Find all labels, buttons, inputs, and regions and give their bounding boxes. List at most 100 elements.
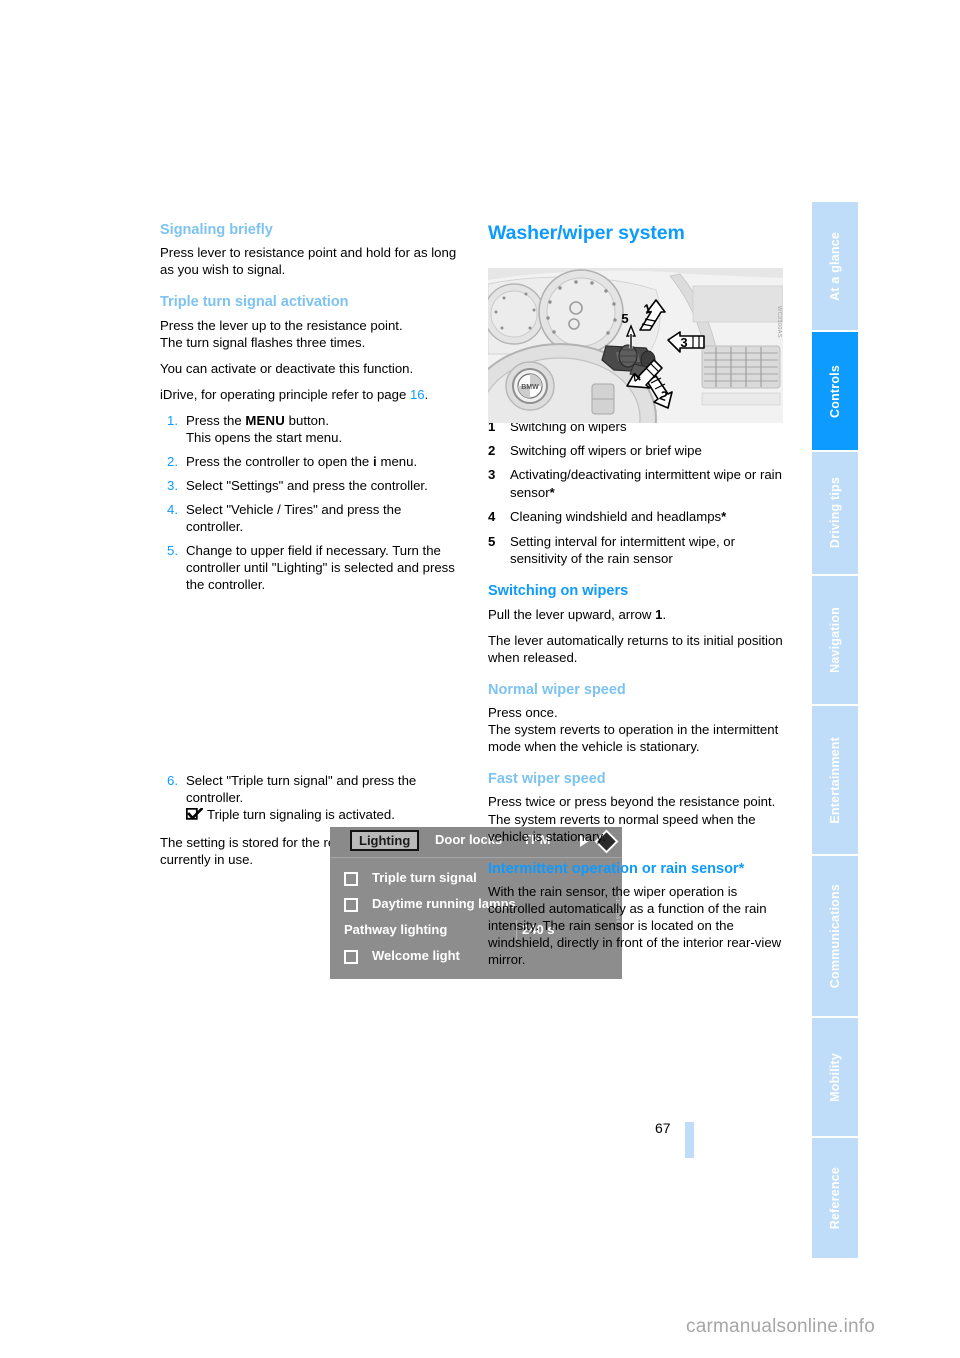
sidebar-tab-controls[interactable]: Controls (812, 332, 858, 450)
figure-reference-code: WC2300AS (776, 306, 782, 338)
legend-number: 2 (488, 443, 496, 459)
section-tab-rail: At a glance Controls Driving tips Naviga… (812, 202, 858, 1258)
watermark-text: carmanualsonline.info (686, 1316, 876, 1337)
para-fast-2: The system reverts to normal speed when … (488, 811, 756, 844)
step-number: 3. (167, 478, 178, 494)
tab-label: Reference (827, 1166, 842, 1230)
para-triple-1: Press the lever up to the resistance poi… (160, 317, 403, 333)
page-number-bar (685, 1122, 694, 1158)
step-number: 6. (167, 773, 178, 789)
tab-label: Driving tips (827, 477, 842, 549)
sidebar-tab-communications[interactable]: Communications (812, 856, 858, 1016)
idrive-row-label: Triple turn signal (372, 870, 477, 885)
legend-item: 4 Cleaning windshield and headlamps* (488, 508, 788, 526)
tab-label: Controls (827, 364, 842, 418)
svg-text:5: 5 (621, 311, 628, 326)
step-text-main: Select "Triple turn signal" and press th… (186, 773, 417, 806)
procedure-steps: 1. Press the MENU button. This opens the… (160, 412, 460, 593)
step-number: 2. (167, 454, 178, 470)
sidebar-tab-driving-tips[interactable]: Driving tips (812, 452, 858, 574)
para-fast-1: Press twice or press beyond the resistan… (488, 794, 776, 810)
legend-text: Cleaning windshield and headlamps (510, 509, 722, 525)
figure-legend-list: 1 Switching on wipers 2 Switching off wi… (488, 418, 788, 567)
wiper-stalk-illustration: BMW 1 2 3 4 5 (488, 268, 783, 423)
step-text-line2: This opens the start menu. (186, 430, 343, 445)
left-text-column: Signaling briefly Press lever to resista… (160, 222, 622, 979)
step-item: 4. Select "Vehicle / Tires" and press th… (160, 501, 460, 535)
para-normal-2: The system reverts to operation in the i… (488, 722, 779, 755)
legend-number: 3 (488, 467, 496, 483)
para-rain-sensor: With the rain sensor, the wiper operatio… (488, 883, 782, 968)
step-text-pre: Press the (186, 412, 246, 428)
svg-text:BMW: BMW (521, 384, 539, 391)
legend-number: 5 (488, 534, 496, 550)
para-lever-returns: The lever automatically returns to its i… (488, 632, 783, 665)
heading-switching-on-wipers: Switching on wipers (488, 583, 629, 600)
heading-signaling-briefly: Signaling briefly (160, 222, 273, 238)
sidebar-tab-mobility[interactable]: Mobility (812, 1018, 858, 1136)
tab-label: Navigation (827, 607, 842, 673)
step-number: 5. (167, 543, 178, 559)
heading-normal-wiper-speed: Normal wiper speed (488, 681, 626, 698)
step-item: 6. Select "Triple turn signal" and press… (160, 772, 460, 825)
step-result-text: Triple turn signaling is activated. (207, 807, 395, 823)
para-pull-lever-post: . (662, 606, 667, 622)
legend-item: 2 Switching off wipers or brief wipe (488, 442, 788, 459)
menu-button-label: MENU (245, 412, 286, 428)
step-text: Select "Settings" and press the controll… (186, 478, 428, 494)
page-reference-link[interactable]: 16 (410, 387, 425, 402)
para-idrive-reference: iDrive, for operating principle refer to… (160, 386, 460, 403)
para-pull-lever-pre: Pull the lever upward, arrow (488, 606, 656, 622)
tab-label: Communications (827, 883, 842, 989)
step-number: 1. (167, 412, 178, 428)
tab-label: Entertainment (827, 736, 842, 824)
para-pull-lever: Pull the lever upward, arrow 1. (488, 606, 788, 623)
idrive-row-label: Welcome light (372, 948, 460, 963)
figure-wiper-stalk-diagram: BMW 1 2 3 4 5 WC2300AS (488, 268, 783, 423)
svg-text:3: 3 (680, 335, 687, 350)
para-normal-1: Press once. (488, 704, 558, 720)
optional-equipment-asterisk: * (549, 484, 555, 500)
checkbox-icon[interactable] (344, 898, 358, 912)
legend-text: Switching off wipers or brief wipe (510, 443, 702, 459)
step-text: Press the controller to open the i menu. (186, 454, 417, 469)
checkbox-icon[interactable] (344, 950, 358, 964)
step-text-post: menu. (376, 454, 418, 470)
legend-item: 3 Activating/deactivating intermittent w… (488, 466, 788, 501)
para-triple-2: The turn signal flashes three times. (160, 334, 366, 350)
procedure-steps-continued: 6. Select "Triple turn signal" and press… (160, 772, 460, 825)
tab-label: At a glance (827, 231, 842, 301)
heading-fast-wiper-speed: Fast wiper speed (488, 771, 606, 788)
tab-label: Mobility (827, 1052, 842, 1102)
step-item: 1. Press the MENU button. This opens the… (160, 412, 460, 446)
idrive-tab-lighting[interactable]: Lighting (350, 830, 420, 851)
para-signaling-briefly: Press lever to resistance point and hold… (160, 245, 457, 278)
idrive-ref-text: iDrive, for operating principle refer to… (160, 386, 410, 402)
step-text: Change to upper field if necessary. Turn… (186, 543, 455, 593)
heading-triple-turn-signal-activation: Triple turn signal activation (160, 294, 349, 311)
step-text-pre: Press the controller to open the (186, 454, 373, 470)
legend-item: 5 Setting interval for intermittent wipe… (488, 533, 788, 567)
idrive-row-label: Pathway lighting (344, 922, 448, 937)
step-text: Select "Vehicle / Tires" and press the c… (186, 502, 402, 535)
step-text-post: button. (285, 412, 330, 428)
step-text: Select "Triple turn signal" and press th… (185, 773, 417, 825)
legend-number: 4 (488, 509, 496, 525)
sidebar-tab-reference[interactable]: Reference (812, 1138, 858, 1258)
para-triple-3: You can activate or deactivate this func… (160, 360, 414, 376)
checkbox-icon[interactable] (344, 872, 358, 886)
sidebar-tab-entertainment[interactable]: Entertainment (812, 706, 858, 854)
step-number: 4. (167, 502, 178, 518)
sidebar-tab-at-a-glance[interactable]: At a glance (812, 202, 858, 330)
sidebar-tab-navigation[interactable]: Navigation (812, 576, 858, 704)
step-item: 2. Press the controller to open the i me… (160, 453, 460, 470)
optional-equipment-asterisk: * (721, 509, 727, 525)
idrive-ref-period: . (424, 386, 429, 402)
heading-intermittent-operation: Intermittent operation or rain sensor* (488, 860, 745, 877)
page-number: 67 (655, 1120, 671, 1136)
checked-checkbox-icon (185, 806, 204, 825)
page-title: Washer/wiper system (488, 222, 685, 244)
step-item: 3. Select "Settings" and press the contr… (160, 477, 460, 494)
legend-text: Setting interval for intermittent wipe, … (510, 534, 736, 567)
manual-page: At a glance Controls Driving tips Naviga… (0, 0, 960, 1358)
